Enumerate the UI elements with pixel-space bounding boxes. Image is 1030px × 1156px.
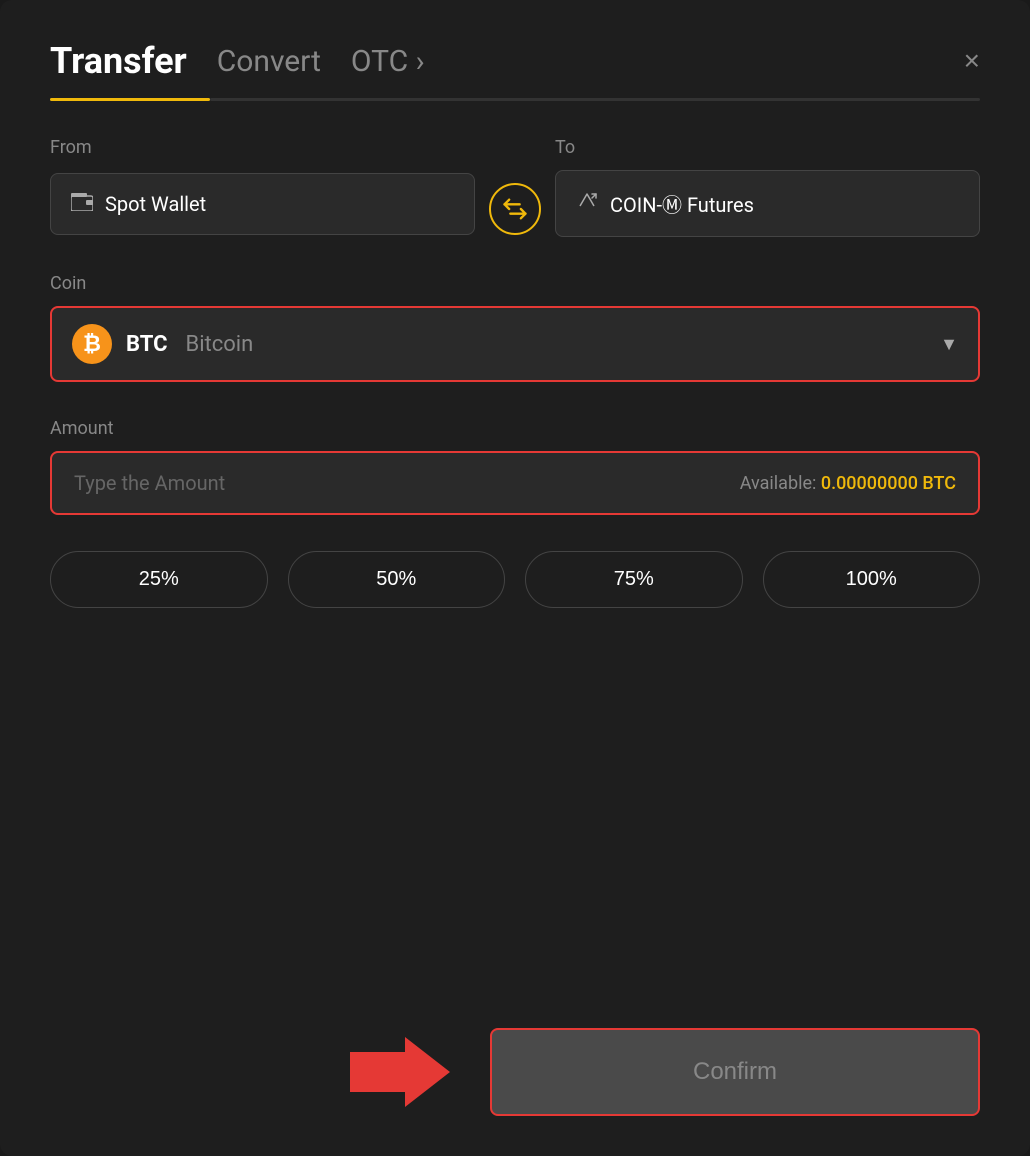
tab-convert[interactable]: Convert xyxy=(217,44,321,79)
swap-button[interactable] xyxy=(489,183,541,235)
to-label: To xyxy=(555,137,980,158)
pct-50-button[interactable]: 50% xyxy=(288,551,506,608)
confirm-btn-wrapper: Confirm xyxy=(490,1028,980,1116)
from-col: Spot Wallet xyxy=(50,173,475,235)
amount-box: Type the Amount Available: 0.00000000 BT… xyxy=(50,451,980,515)
confirm-button[interactable]: Confirm xyxy=(490,1028,980,1116)
active-tab-indicator xyxy=(50,98,210,101)
tab-otc[interactable]: OTC › xyxy=(351,44,425,79)
from-wallet-name: Spot Wallet xyxy=(105,192,206,216)
amount-section: Amount Type the Amount Available: 0.0000… xyxy=(50,418,980,515)
futures-icon xyxy=(576,190,598,217)
coin-label: Coin xyxy=(50,273,980,294)
amount-placeholder[interactable]: Type the Amount xyxy=(74,471,225,495)
chevron-down-icon: ▼ xyxy=(940,334,958,355)
coin-selector[interactable]: ₿ BTC Bitcoin ▼ xyxy=(50,306,980,382)
percentage-row: 25% 50% 75% 100% xyxy=(50,551,980,608)
wallet-icon xyxy=(71,192,93,216)
to-wallet-name: COIN-Ⓜ Futures xyxy=(610,189,754,218)
coin-full-name: Bitcoin xyxy=(185,332,253,357)
arrow-indicator xyxy=(350,1032,450,1112)
close-button[interactable]: × xyxy=(964,47,980,75)
from-to-section: From To Spot Wallet xyxy=(50,137,980,237)
inactive-tab-line xyxy=(210,98,980,101)
pct-75-button[interactable]: 75% xyxy=(525,551,743,608)
tab-underline xyxy=(50,98,980,101)
pct-25-button[interactable]: 25% xyxy=(50,551,268,608)
available-text: Available: 0.00000000 BTC xyxy=(740,473,956,494)
transfer-modal: Transfer Convert OTC › × From To xyxy=(0,0,1030,1156)
pct-100-button[interactable]: 100% xyxy=(763,551,981,608)
to-wallet-box[interactable]: COIN-Ⓜ Futures xyxy=(555,170,980,237)
to-col: COIN-Ⓜ Futures xyxy=(555,170,980,237)
available-amount: 0.00000000 BTC xyxy=(821,473,956,494)
from-label: From xyxy=(50,137,475,158)
btc-icon: ₿ xyxy=(72,324,112,364)
modal-header: Transfer Convert OTC › × xyxy=(50,40,980,82)
coin-symbol: BTC xyxy=(126,332,167,357)
from-wallet-box[interactable]: Spot Wallet xyxy=(50,173,475,235)
confirm-area: Confirm xyxy=(50,1028,980,1116)
header-title: Transfer xyxy=(50,40,187,82)
available-label: Available: xyxy=(740,473,817,494)
from-to-labels: From To xyxy=(50,137,980,170)
coin-section: Coin ₿ BTC Bitcoin ▼ xyxy=(50,273,980,382)
from-to-row: Spot Wallet xyxy=(50,170,980,237)
amount-label: Amount xyxy=(50,418,980,439)
swap-col xyxy=(475,173,555,235)
